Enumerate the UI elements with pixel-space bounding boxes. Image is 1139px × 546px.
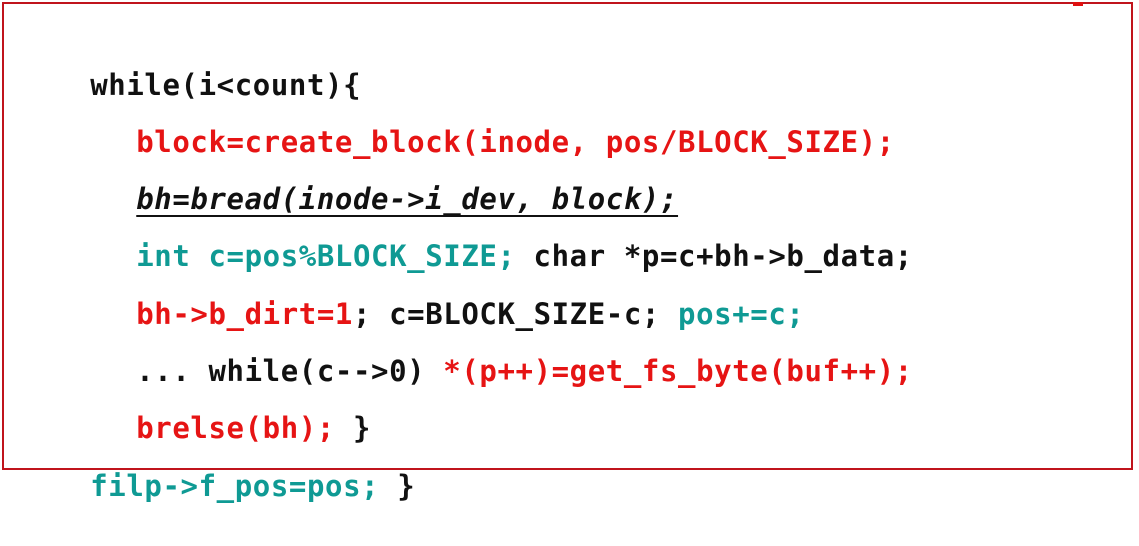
file-pos-update: filp->f_pos=pos; <box>90 469 380 503</box>
code-listing-panel: while(i<count){ block=create_block(inode… <box>2 2 1133 503</box>
code-line-8: filp->f_pos=pos; } <box>18 426 415 546</box>
outer-closing-brace: } <box>379 469 416 503</box>
copy-byte-statement: *(p++)=get_fs_byte(buf++); <box>443 354 913 388</box>
red-corner-mark <box>1073 2 1083 6</box>
